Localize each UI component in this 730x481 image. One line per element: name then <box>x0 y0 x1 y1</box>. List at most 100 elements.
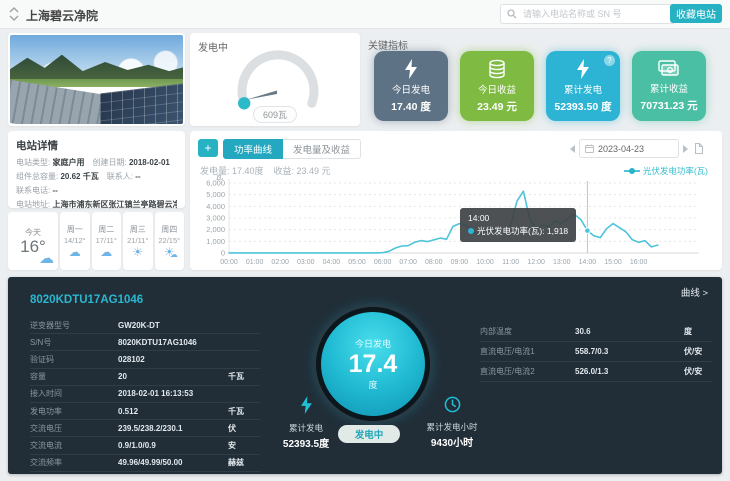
kpi-value: 17.40 度 <box>391 99 431 114</box>
table-row: 内部温度 30.6 度 <box>480 322 712 342</box>
row-value: 49.96/49.99/50.00 <box>118 458 228 467</box>
inverter-info-table: 逆变器型号 GW20K-DT S/N号 8020KDTU17AG1046 验证码… <box>30 317 260 472</box>
svg-text:02:00: 02:00 <box>271 259 289 266</box>
station-search[interactable] <box>500 4 676 24</box>
add-chart-button[interactable]: + <box>198 139 218 157</box>
svg-text:5,000: 5,000 <box>206 190 225 199</box>
svg-text:12:00: 12:00 <box>527 259 545 266</box>
clock-icon <box>444 396 461 413</box>
svg-text:16:00: 16:00 <box>630 259 648 266</box>
page-title: 上海碧云净院 <box>26 7 98 24</box>
table-row: 容量 20 千瓦 <box>30 369 260 386</box>
svg-text:瓦: 瓦 <box>216 175 224 181</box>
chart-tooltip: 14:00 光伏发电功率(瓦): 1,918 <box>460 208 576 242</box>
help-icon[interactable]: ? <box>604 55 615 66</box>
bolt-icon <box>300 396 313 414</box>
svg-text:09:00: 09:00 <box>451 259 469 266</box>
coins-icon <box>487 59 507 79</box>
station-photo <box>8 33 185 126</box>
curve-link[interactable]: 曲线 > <box>681 285 708 299</box>
row-value: 0.9/1.0/0.9 <box>118 441 228 450</box>
weather-day-card: 周二 17/11° <box>92 212 122 270</box>
row-label: 直流电压/电流1 <box>480 346 575 357</box>
row-label: 发电功率 <box>30 406 118 417</box>
generating-status-label: 发电中 <box>198 39 228 54</box>
svg-text:05:00: 05:00 <box>348 259 366 266</box>
kpi-section-title: 关键指标 <box>368 37 408 52</box>
kpi-total-energy: ? 累计发电 52393.50 度 <box>546 51 620 121</box>
weather-day-card: 周三 21/11° <box>123 212 153 270</box>
weather-icon <box>100 246 112 259</box>
search-icon <box>507 9 517 19</box>
top-bar: 上海碧云净院 收藏电站 <box>0 0 730 29</box>
weather-temp: 17/11° <box>96 236 117 245</box>
kpi-value: 52393.50 度 <box>554 99 611 114</box>
stat-label: 累计发电小时 <box>404 421 500 433</box>
svg-text:06:00: 06:00 <box>374 259 392 266</box>
weather-day-label: 周二 <box>98 224 114 235</box>
row-label: 内部温度 <box>480 326 575 337</box>
detail-row-address: 电站地址: 上海市浦东新区张江镇兰亭路碧云净院 <box>16 199 177 210</box>
next-day-button[interactable] <box>683 145 688 153</box>
row-label: 容量 <box>30 371 118 382</box>
solar-panel-row-right <box>100 83 185 126</box>
row-value: 0.512 <box>118 407 228 416</box>
date-picker[interactable]: 2023-04-23 <box>579 139 679 158</box>
row-label: 逆变器型号 <box>30 320 118 331</box>
svg-text:11:00: 11:00 <box>502 259 519 266</box>
station-detail-card: 电站详情 电站类型: 家庭户用 创建日期: 2018-02-01 组件总容量: … <box>8 131 185 208</box>
detail-title: 电站详情 <box>16 138 177 153</box>
power-line-chart[interactable]: 01,0002,0003,0004,0005,0006,000瓦00:0001:… <box>194 175 709 267</box>
table-row: 交流频率 49.96/49.99/50.00 赫兹 <box>30 455 260 472</box>
station-switch-icon[interactable] <box>8 7 20 21</box>
row-unit: 千瓦 <box>228 371 260 382</box>
row-value: 526.0/1.3 <box>575 367 684 376</box>
svg-text:08:00: 08:00 <box>425 259 443 266</box>
svg-text:10:00: 10:00 <box>476 259 494 266</box>
power-curve-card: + 功率曲线 发电量及收益 2023-04-23 发电 <box>190 131 722 270</box>
legend-line-icon <box>624 170 640 172</box>
kpi-total-income: 累计收益 70731.23 元 <box>632 51 706 121</box>
tooltip-time: 14:00 <box>468 212 568 225</box>
total-hours-stat: 累计发电小时 9430小时 <box>404 396 500 449</box>
weather-forecast: 今天 16° 周一 14/12° 周二 17/11° 周三 <box>8 212 185 270</box>
gauge-label: 今日发电 <box>355 337 391 350</box>
svg-text:07:00: 07:00 <box>399 259 417 266</box>
row-unit: 度 <box>684 326 712 337</box>
weather-day-label: 周一 <box>67 224 83 235</box>
date-value: 2023-04-23 <box>598 144 644 154</box>
weather-day-label: 周三 <box>130 224 146 235</box>
generating-status-button[interactable]: 发电中 <box>338 425 400 443</box>
chart-tabs: 功率曲线 发电量及收益 <box>223 139 361 159</box>
row-value: 20 <box>118 372 228 381</box>
row-value: 028102 <box>118 355 228 364</box>
row-label: S/N号 <box>30 337 118 348</box>
tab-power-curve[interactable]: 功率曲线 <box>223 139 283 159</box>
kpi-today-energy: 今日发电 17.40 度 <box>374 51 448 121</box>
row-label: 交流频率 <box>30 457 118 468</box>
favorite-station-button[interactable]: 收藏电站 <box>670 4 722 23</box>
export-icon[interactable] <box>692 142 704 155</box>
table-row: 验证码 028102 <box>30 351 260 368</box>
bolt-icon <box>404 59 418 79</box>
current-power-value: 609瓦 <box>253 106 297 123</box>
table-row: 交流电流 0.9/1.0/0.9 安 <box>30 437 260 454</box>
search-input[interactable] <box>521 8 655 20</box>
row-label: 交流电压 <box>30 423 118 434</box>
stat-value: 9430小时 <box>404 434 500 449</box>
svg-text:13:00: 13:00 <box>553 259 571 266</box>
inverter-status-table: 内部温度 30.6 度 直流电压/电流1 558.7/0.3 伏/安 直流电压/… <box>480 322 712 382</box>
row-value: GW20K-DT <box>118 321 228 330</box>
table-row: S/N号 8020KDTU17AG1046 <box>30 334 260 351</box>
row-unit: 千瓦 <box>228 406 260 417</box>
tooltip-value: 光伏发电功率(瓦): 1,918 <box>468 225 568 238</box>
tab-energy-income[interactable]: 发电量及收益 <box>283 139 361 159</box>
svg-text:2,000: 2,000 <box>206 225 225 234</box>
svg-text:01:00: 01:00 <box>246 259 264 266</box>
row-value: 30.6 <box>575 327 684 336</box>
svg-text:03:00: 03:00 <box>297 259 315 266</box>
prev-day-button[interactable] <box>570 145 575 153</box>
gauge-unit: 度 <box>368 378 377 391</box>
svg-text:15:00: 15:00 <box>604 259 622 266</box>
inverter-panel: 8020KDTU17AG1046 曲线 > 逆变器型号 GW20K-DT S/N… <box>8 277 722 474</box>
